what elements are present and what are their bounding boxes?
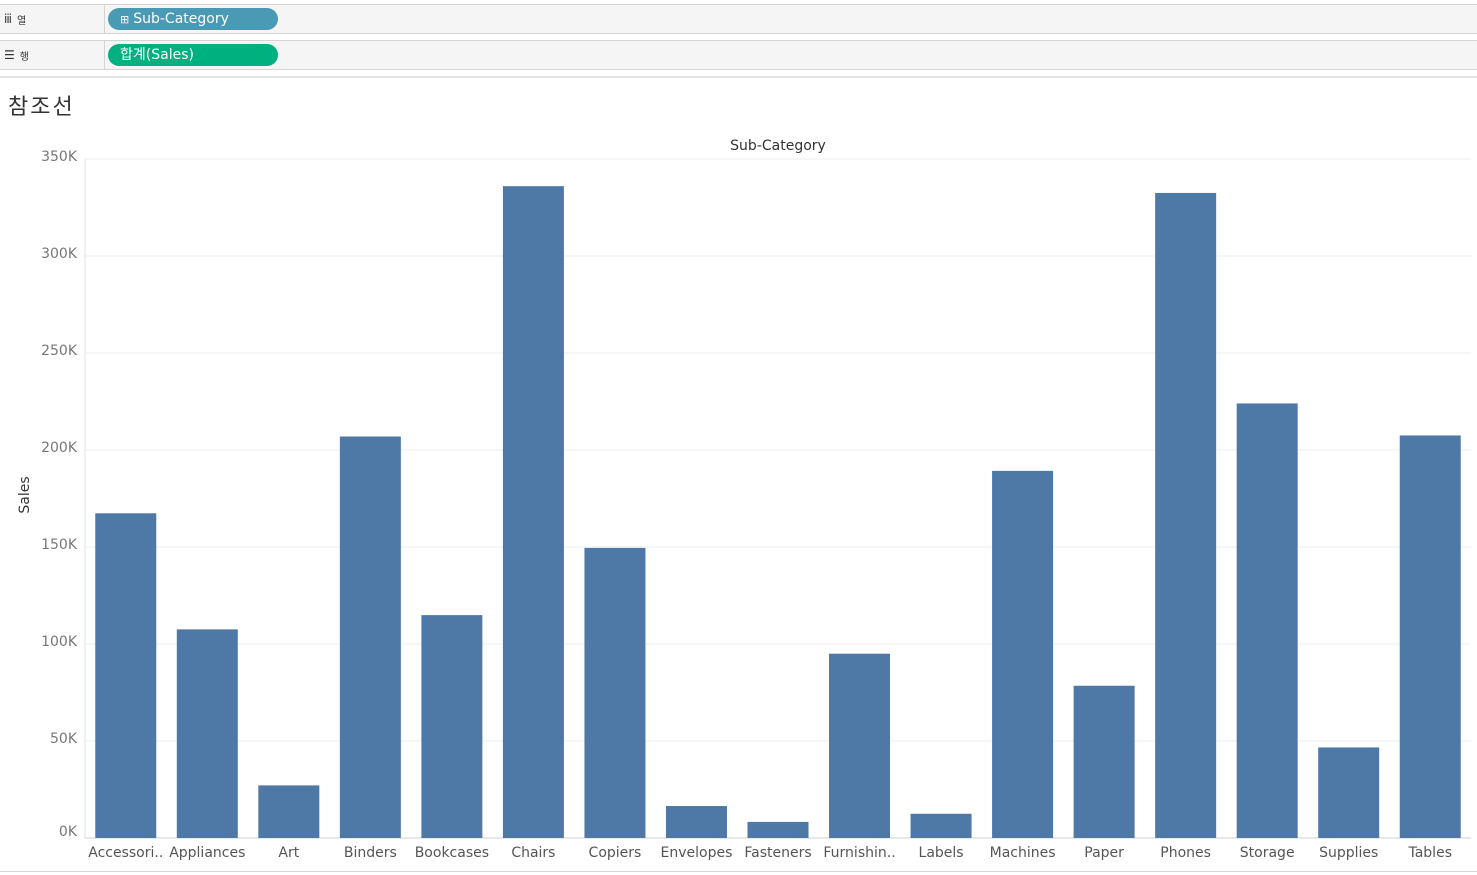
- x-tick-label: Labels: [919, 845, 964, 861]
- x-tick-label: Bookcases: [415, 845, 489, 861]
- y-tick-label: 100K: [41, 634, 78, 650]
- x-tick-label: Supplies: [1319, 845, 1378, 861]
- x-tick-label: Phones: [1160, 845, 1211, 861]
- bar: [1155, 192, 1217, 838]
- bottom-border: [0, 871, 1477, 872]
- y-tick-label: 200K: [41, 440, 78, 456]
- bar: [1318, 747, 1380, 838]
- x-tick-label: Appliances: [169, 845, 245, 861]
- x-tick-label: Envelopes: [661, 845, 733, 861]
- bar: [339, 436, 401, 838]
- x-tick-label: Binders: [344, 845, 397, 861]
- column-header-title: Sub-Category: [730, 138, 826, 154]
- bar: [176, 629, 238, 838]
- x-tick-label: Paper: [1084, 845, 1124, 861]
- bar: [502, 186, 564, 838]
- y-tick-label: 250K: [41, 343, 78, 359]
- bar: [992, 470, 1054, 838]
- bar: [1073, 685, 1135, 838]
- bar: [829, 653, 891, 838]
- bar: [747, 821, 809, 838]
- bar: [1236, 403, 1298, 838]
- x-tick-label: Tables: [1407, 845, 1452, 861]
- x-tick-label: Copiers: [589, 845, 642, 861]
- y-tick-label: 150K: [41, 537, 78, 553]
- y-tick-label: 50K: [50, 731, 78, 747]
- bar-chart: 0K 50K 100K 150K 200K 250K 300K 350K Sub-Categor…: [17, 138, 1471, 861]
- y-tick-label: 300K: [41, 246, 78, 262]
- x-tick-label: Furnishin..: [823, 845, 895, 861]
- bar: [421, 615, 483, 838]
- x-tick-label: Art: [278, 845, 299, 861]
- bar: [910, 813, 972, 838]
- x-tick-label: Fasteners: [744, 845, 811, 861]
- x-tick-label: Machines: [990, 845, 1056, 861]
- bar: [1399, 435, 1461, 838]
- y-axis-title: Sales: [17, 476, 33, 513]
- x-tick-label: Chairs: [511, 845, 555, 861]
- bar: [258, 785, 320, 838]
- bar: [95, 513, 157, 838]
- y-tick-label: 350K: [41, 149, 78, 165]
- y-tick-label: 0K: [59, 824, 78, 840]
- x-tick-label: Storage: [1240, 845, 1295, 861]
- bar: [665, 806, 727, 838]
- bar: [584, 547, 646, 838]
- x-tick-label: Accessori..: [88, 845, 163, 861]
